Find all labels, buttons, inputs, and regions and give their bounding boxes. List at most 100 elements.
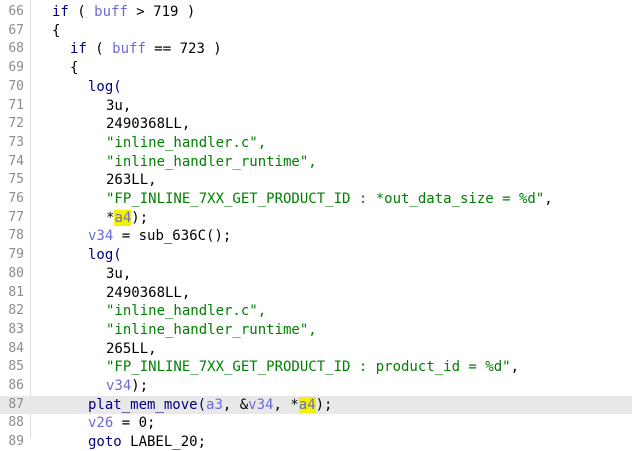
highlighted-token: a4 [114, 209, 132, 226]
code-token: LABEL_20; [121, 434, 207, 451]
line-number: 76 [8, 191, 24, 206]
code-token: ); [315, 396, 333, 413]
code-text: v26 = 0; [88, 414, 155, 432]
code-text: "FP_INLINE_7XX_GET_PRODUCT_ID : *out_dat… [106, 190, 553, 208]
line-number: 89 [8, 434, 24, 450]
code-line-82[interactable]: 82 "inline_handler.c", [0, 302, 632, 320]
line-number: 81 [8, 284, 24, 300]
code-token: log( [88, 247, 122, 264]
code-token: v34 [106, 378, 132, 394]
line-number: 84 [8, 340, 24, 356]
code-line-72[interactable]: 72 2490368LL, [0, 115, 632, 133]
code-line-81[interactable]: 81 2490368LL, [0, 284, 632, 302]
code-token: ); [131, 209, 149, 226]
line-number: 69 [8, 60, 24, 76]
code-token: v26 [88, 415, 114, 432]
code-token: v34 [248, 396, 274, 413]
code-line-77[interactable]: 77 *a4); [0, 209, 632, 227]
code-token: goto [88, 434, 122, 451]
code-token: { [52, 22, 61, 39]
code-text: if ( buff == 723 ) [70, 40, 222, 58]
line-number: 83 [8, 321, 24, 337]
code-text: 3u, [106, 97, 131, 115]
code-token: "inline_handler.c", [106, 303, 267, 320]
code-token: a3 [206, 396, 223, 413]
code-line-70[interactable]: 70 log( [0, 78, 632, 96]
line-number: 80 [8, 265, 24, 281]
line-number: 87 [8, 396, 24, 412]
line-number: 85 [8, 359, 24, 375]
line-number: 75 [8, 172, 24, 188]
code-token: "inline_handler_runtime", [106, 321, 317, 338]
code-token: ( [86, 41, 113, 58]
code-token: 2490368LL, [106, 116, 191, 133]
code-token: if [70, 41, 87, 58]
code-line-69[interactable]: 69 { [0, 59, 632, 77]
code-line-85[interactable]: 85 "FP_INLINE_7XX_GET_PRODUCT_ID : produc… [0, 358, 632, 376]
code-text: { [70, 59, 78, 77]
line-number: 74 [8, 153, 24, 169]
code-line-75[interactable]: 75 263LL, [0, 171, 632, 189]
code-token: if [52, 4, 69, 20]
code-line-78[interactable]: 78 v34 = sub_636C(); [0, 227, 632, 245]
code-text: *a4); [106, 209, 148, 227]
code-line-73[interactable]: 73 "inline_handler.c", [0, 134, 632, 152]
code-text: goto LABEL_20; [88, 433, 206, 451]
code-line-88[interactable]: 88 v26 = 0; [0, 414, 632, 432]
code-line-79[interactable]: 79 log( [0, 246, 632, 264]
code-token: , [510, 359, 520, 376]
code-line-84[interactable]: 84 265LL, [0, 340, 632, 358]
line-number: 70 [8, 78, 24, 94]
code-token: , [544, 191, 553, 207]
code-text: 2490368LL, [106, 284, 190, 302]
line-number: 67 [8, 22, 24, 38]
code-line-76[interactable]: 76 "FP_INLINE_7XX_GET_PRODUCT_ID : *out_d… [0, 190, 632, 208]
code-token: "FP_INLINE_7XX_GET_PRODUCT_ID : *out_dat… [106, 191, 545, 207]
code-token: 263LL, [106, 172, 157, 189]
code-line-80[interactable]: 80 3u, [0, 265, 632, 283]
line-number: 77 [8, 209, 24, 225]
code-line-68[interactable]: 68 if ( buff == 723 ) [0, 40, 632, 58]
code-line-67[interactable]: 67 { [0, 22, 632, 40]
code-line-83[interactable]: 83 "inline_handler_runtime", [0, 321, 632, 339]
line-number: 78 [8, 228, 24, 244]
line-number: 73 [8, 134, 24, 150]
code-line-87[interactable]: 87 plat_mem_move(a3, &v34, *a4); [0, 395, 632, 414]
code-text: "inline_handler.c", [106, 302, 266, 320]
line-number: 71 [8, 97, 24, 113]
code-token: ); [131, 378, 149, 394]
line-number: 86 [8, 378, 24, 393]
code-line-66[interactable]: 66 if ( buff > 719 ) [0, 3, 632, 21]
code-text: v34); [106, 377, 148, 395]
code-text: log( [88, 78, 122, 96]
code-token: "FP_INLINE_7XX_GET_PRODUCT_ID : product_… [106, 359, 511, 376]
code-text: "FP_INLINE_7XX_GET_PRODUCT_ID : product_… [106, 358, 519, 376]
code-token: "inline_handler.c", [106, 134, 267, 151]
code-token: == 723 ) [145, 41, 222, 58]
code-text: "inline_handler_runtime", [106, 321, 317, 339]
code-token: = 0; [113, 415, 156, 432]
code-text: 265LL, [106, 340, 157, 358]
code-token: "inline_handler_runtime", [106, 153, 317, 170]
code-line-71[interactable]: 71 3u, [0, 97, 632, 115]
code-text: plat_mem_move(a3, &v34, *a4); [88, 396, 332, 414]
code-token: log( [88, 78, 122, 95]
code-token: v34 [88, 228, 114, 245]
code-line-89[interactable]: 89 goto LABEL_20; [0, 433, 632, 451]
code-text: "inline_handler_runtime", [106, 153, 317, 171]
code-token: 3u, [106, 265, 132, 282]
code-text: { [52, 22, 60, 40]
code-token: buff [94, 4, 128, 20]
code-token: 3u, [106, 97, 132, 114]
code-editor[interactable]: 66 if ( buff > 719 ) 67 {68 if ( buff == 723… [0, 0, 632, 450]
code-text: v34 = sub_636C(); [88, 227, 231, 245]
code-token: 2490368LL, [106, 284, 191, 301]
line-number: 68 [8, 41, 24, 57]
code-text: 263LL, [106, 171, 157, 189]
code-line-74[interactable]: 74 "inline_handler_runtime", [0, 153, 632, 171]
code-token: , * [273, 396, 299, 413]
code-text: 2490368LL, [106, 115, 190, 133]
code-line-86[interactable]: 86 v34); [0, 377, 632, 395]
code-token: , & [222, 396, 249, 413]
code-token: ( [68, 4, 95, 20]
